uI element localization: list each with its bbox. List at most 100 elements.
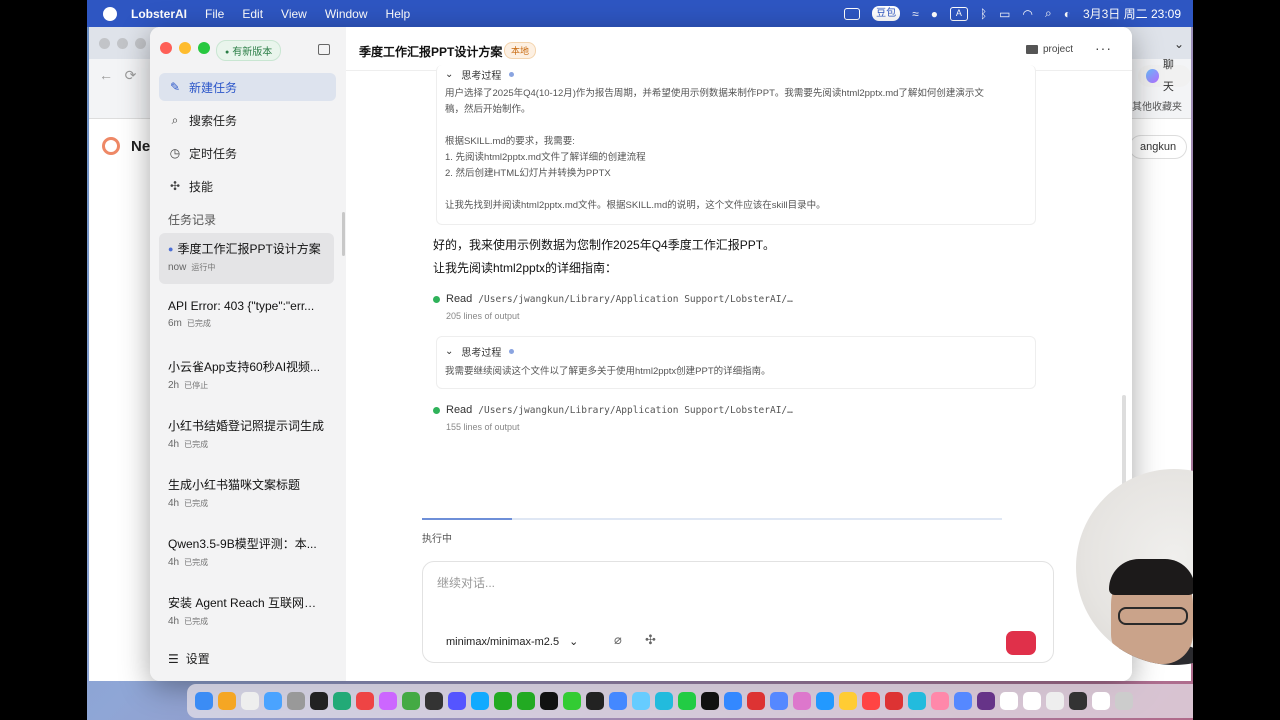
minimize-window-button[interactable] (179, 42, 191, 54)
sidebar-toggle-icon[interactable] (318, 44, 330, 55)
menu-app-name[interactable]: LobsterAI (131, 7, 187, 21)
other-bookmarks[interactable]: 其他收藏夹 (1132, 98, 1182, 113)
dock-app-icon[interactable] (402, 692, 420, 710)
dock-app-icon[interactable] (770, 692, 788, 710)
bluetooth-icon[interactable]: ᛒ (980, 7, 987, 21)
close-window-button[interactable] (160, 42, 172, 54)
screen-record-icon[interactable] (844, 7, 861, 20)
plugin-icon[interactable]: ✣ (645, 632, 656, 648)
dock-app-icon[interactable] (1023, 692, 1041, 710)
dock-app-icon[interactable] (195, 692, 213, 710)
dock-app-icon[interactable] (862, 692, 880, 710)
task-item[interactable]: API Error: 403 {"type":"err... 6m 已完成 (159, 292, 334, 343)
menu-view[interactable]: View (281, 7, 307, 21)
message-input[interactable]: 继续对话... (437, 574, 495, 591)
dock-app-icon[interactable] (908, 692, 926, 710)
settings-button[interactable]: ☰ 设置 (168, 650, 210, 667)
conversation-scrollbar[interactable] (1122, 395, 1126, 485)
chevron-down-icon[interactable]: ⌄ (1174, 37, 1184, 51)
wifi-icon[interactable]: ◠ (1022, 7, 1032, 21)
dock-app-icon[interactable] (356, 692, 374, 710)
task-status: 已完成 (184, 617, 209, 626)
task-item[interactable]: ● 季度工作汇报PPT设计方案 now 运行中 (159, 233, 334, 284)
task-item[interactable]: 安装 Agent Reach 互联网能... 4h 已完成 (159, 587, 334, 638)
dock-app-icon[interactable] (1069, 692, 1087, 710)
dock-app-icon[interactable] (310, 692, 328, 710)
browser-chat-button[interactable]: 聊天 (1138, 59, 1191, 93)
tool-call-read[interactable]: Read /Users/jwangkun/Library/Application… (433, 404, 793, 432)
dock-app-icon[interactable] (379, 692, 397, 710)
task-item[interactable]: 生成小红书猫咪文案标题 4h 已完成 (159, 469, 334, 520)
new-version-badge[interactable]: 有新版本 (216, 40, 282, 61)
battery-icon[interactable]: ▭ (999, 7, 1010, 21)
back-icon[interactable]: ← ⟳ (99, 67, 136, 84)
dock-app-icon[interactable] (816, 692, 834, 710)
dock-app-icon[interactable] (333, 692, 351, 710)
task-item[interactable]: 小红书结婚登记照提示词生成 4h 已完成 (159, 410, 334, 461)
dock-app-icon[interactable] (793, 692, 811, 710)
dock-app-icon[interactable] (655, 692, 673, 710)
dock-app-icon[interactable] (494, 692, 512, 710)
wave-icon[interactable]: ≈ (912, 7, 919, 21)
menu-help[interactable]: Help (386, 7, 411, 21)
dock-app-icon[interactable] (586, 692, 604, 710)
dock-app-icon[interactable] (540, 692, 558, 710)
thinking-toggle[interactable]: ⌄ 思考过程 (437, 65, 1035, 83)
zoom-window-button[interactable] (198, 42, 210, 54)
dock-app-icon[interactable] (839, 692, 857, 710)
dock-app-icon[interactable] (678, 692, 696, 710)
menu-file[interactable]: File (205, 7, 224, 21)
browser-window-controls[interactable] (99, 38, 146, 49)
dock-app-icon[interactable] (471, 692, 489, 710)
stop-button[interactable] (1006, 631, 1036, 655)
menu-window[interactable]: Window (325, 7, 368, 21)
menu-edit[interactable]: Edit (242, 7, 263, 21)
tool-call-read[interactable]: Read /Users/jwangkun/Library/Application… (433, 293, 793, 321)
dock-app-icon[interactable] (448, 692, 466, 710)
dock-app-icon[interactable] (1092, 692, 1110, 710)
dock-app-icon[interactable] (563, 692, 581, 710)
user-icon[interactable]: ● (931, 7, 938, 21)
nav-new-task[interactable]: ✎ 新建任务 (159, 73, 336, 101)
dock-app-icon[interactable] (218, 692, 236, 710)
task-time: 4h (168, 557, 180, 568)
dock-app-icon[interactable] (977, 692, 995, 710)
dock-app-icon[interactable] (954, 692, 972, 710)
message-composer[interactable]: 继续对话... minimax/minimax-m2.5 ⌄ ⌀ ✣ (422, 561, 1054, 663)
control-center-icon[interactable]: ◐ (1064, 7, 1071, 21)
input-source-icon[interactable]: A (949, 6, 968, 21)
attach-icon[interactable]: ⌀ (614, 632, 622, 648)
dock-app-icon[interactable] (264, 692, 282, 710)
apple-icon[interactable] (103, 6, 117, 21)
model-selector[interactable]: minimax/minimax-m2.5 ⌄ (446, 635, 578, 649)
nav-search-task[interactable]: ⌕ 搜索任务 (159, 106, 336, 134)
task-item[interactable]: 小云雀App支持60秒AI视频... 2h 已停止 (159, 351, 334, 402)
sidebar-scrollbar[interactable] (342, 212, 345, 256)
menu-clock[interactable]: 3月3日 周二 23:09 (1083, 5, 1181, 22)
dock-app-icon[interactable] (701, 692, 719, 710)
dock-app-icon[interactable] (609, 692, 627, 710)
dock-app-icon[interactable] (425, 692, 443, 710)
dock-app-icon[interactable] (1000, 692, 1018, 710)
project-folder-button[interactable]: project (1026, 44, 1073, 55)
dock-app-icon[interactable] (632, 692, 650, 710)
dock-app-icon[interactable] (517, 692, 535, 710)
dock-app-icon[interactable] (885, 692, 903, 710)
user-menu[interactable]: angkun (1129, 135, 1188, 159)
task-item[interactable]: Qwen3.5-9B模型评测：本... 4h 已完成 (159, 528, 334, 579)
ime-doubao[interactable]: 豆包 (872, 6, 901, 21)
spotlight-icon[interactable]: ⌕ (1045, 6, 1052, 21)
more-options-icon[interactable]: ··· (1095, 40, 1112, 56)
nav-skills[interactable]: ✣ 技能 (159, 172, 336, 200)
dock-app-icon[interactable] (1046, 692, 1064, 710)
puzzle-icon: ✣ (169, 179, 181, 193)
dock-app-icon[interactable] (724, 692, 742, 710)
dock-app-icon[interactable] (241, 692, 259, 710)
thinking-toggle[interactable]: ⌄ 思考过程 (437, 338, 1035, 364)
nav-scheduled-task[interactable]: ◷ 定时任务 (159, 139, 336, 167)
assistant-message-line: 好的，我来使用示例数据为您制作2025年Q4季度工作汇报PPT。 (433, 238, 776, 252)
dock-app-icon[interactable] (287, 692, 305, 710)
dock-app-icon[interactable] (931, 692, 949, 710)
dock-app-icon[interactable] (747, 692, 765, 710)
dock-app-icon[interactable] (1115, 692, 1133, 710)
